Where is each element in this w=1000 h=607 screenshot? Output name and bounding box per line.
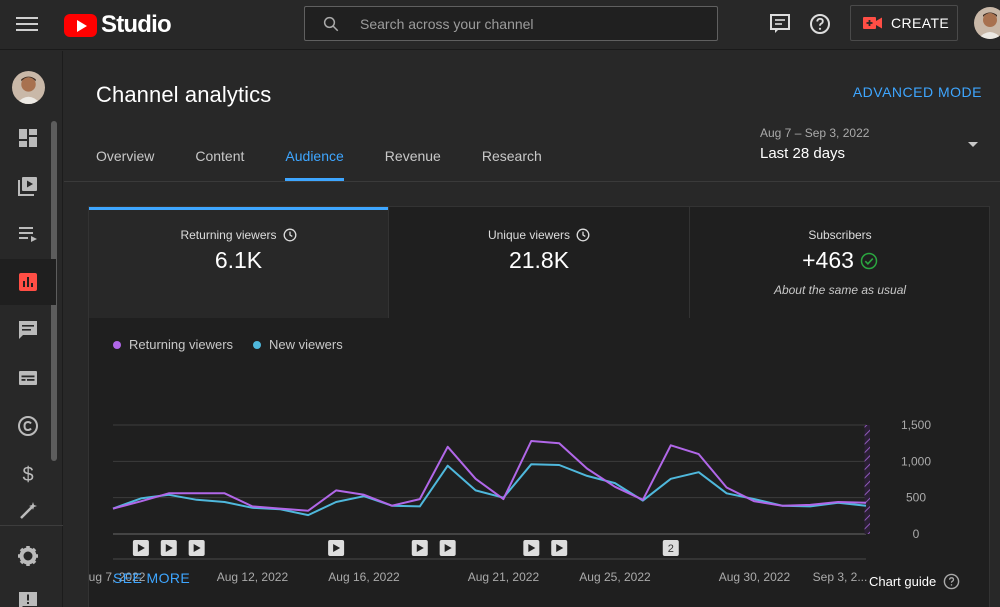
youtube-logo-icon	[64, 13, 97, 37]
logo-text: Studio	[101, 11, 172, 38]
check-circle-icon	[860, 252, 878, 269]
metric-label: Returning viewers	[180, 228, 277, 242]
sidebar-item-copyright[interactable]	[0, 403, 56, 449]
analytics-icon	[19, 273, 37, 291]
x-tick-label: Aug 25, 2022	[579, 570, 651, 584]
top-bar: Studio CREATE	[0, 0, 1000, 50]
y-tick-label: 1,000	[901, 454, 931, 468]
sidebar-item-dashboard[interactable]	[0, 115, 56, 161]
content-icon	[18, 177, 37, 196]
sidebar-item-feedback[interactable]	[0, 581, 56, 607]
metric-label: Unique viewers	[487, 228, 571, 242]
chart-legend: Returning viewers New viewers	[113, 337, 363, 352]
feedback-message-icon[interactable]	[768, 12, 792, 36]
x-tick-label: Aug 16, 2022	[328, 570, 400, 584]
search-box[interactable]	[304, 6, 718, 41]
help-icon[interactable]	[808, 12, 832, 36]
dashboard-icon	[19, 129, 37, 147]
tab-research[interactable]: Research	[482, 148, 542, 181]
x-tick-label: Aug 12, 2022	[217, 570, 289, 584]
main-content: Channel analytics ADVANCED MODE Overview…	[64, 51, 1000, 607]
sidebar-item-playlists[interactable]	[0, 211, 56, 257]
tab-overview[interactable]: Overview	[96, 148, 154, 181]
channel-avatar[interactable]	[12, 71, 45, 104]
legend-label: Returning viewers	[129, 337, 234, 352]
sidebar-item-customization[interactable]	[0, 497, 56, 525]
svg-text:$: $	[22, 464, 33, 485]
subtitles-icon	[19, 371, 37, 385]
sidebar: $	[0, 51, 63, 607]
sidebar-item-earn[interactable]: $	[0, 451, 56, 497]
help-icon	[943, 573, 960, 590]
video-camera-icon	[863, 17, 882, 29]
playlists-icon	[19, 227, 37, 242]
y-tick-label: 1,500	[901, 418, 931, 432]
chart-guide-button[interactable]: Chart guide	[869, 573, 960, 590]
x-tick-label: Sep 3, 2...	[813, 570, 868, 584]
metric-unique-viewers[interactable]: Unique viewers 21.8K	[389, 207, 690, 318]
sidebar-item-comments[interactable]	[0, 307, 56, 353]
metric-subscribers[interactable]: Subscribers +463 About the same as usual	[690, 207, 990, 318]
y-tick-label: 0	[913, 527, 920, 541]
legend-dot	[253, 340, 262, 349]
sidebar-item-analytics[interactable]	[0, 259, 56, 305]
copyright-icon	[18, 416, 38, 436]
create-label: CREATE	[891, 15, 950, 31]
earn-icon: $	[22, 464, 33, 485]
tab-revenue[interactable]: Revenue	[385, 148, 441, 181]
clock-icon	[283, 228, 296, 242]
date-range-picker[interactable]: Aug 7 – Sep 3, 2022 Last 28 days	[760, 126, 869, 162]
legend-label: New viewers	[269, 337, 343, 352]
search-icon	[323, 16, 339, 32]
feedback-icon	[19, 592, 37, 607]
metric-returning-viewers[interactable]: Returning viewers 6.1K	[89, 207, 389, 318]
clock-icon	[576, 228, 590, 242]
chart-guide-label: Chart guide	[869, 574, 937, 589]
legend-returning-viewers[interactable]: Returning viewers	[113, 337, 233, 352]
account-avatar[interactable]	[974, 7, 1000, 39]
chevron-down-icon[interactable]	[968, 142, 978, 147]
page-title: Channel analytics	[96, 82, 272, 107]
audience-card: Returning viewers 6.1K Unique viewers 21…	[88, 206, 990, 607]
x-tick-label: Aug 21, 2022	[468, 570, 540, 584]
sidebar-item-content[interactable]	[0, 163, 56, 209]
menu-icon[interactable]	[16, 14, 38, 36]
sidebar-divider	[0, 525, 63, 526]
metric-value: +463	[802, 247, 854, 273]
studio-logo[interactable]: Studio	[64, 11, 172, 39]
legend-dot	[113, 340, 121, 349]
sidebar-item-settings[interactable]	[0, 533, 56, 579]
partial-data-region	[864, 425, 870, 534]
tab-content[interactable]: Content	[195, 148, 244, 181]
video-marker-count: 2	[668, 543, 674, 555]
analytics-tabs: Overview Content Audience Revenue Resear…	[96, 148, 583, 181]
metric-value: 21.8K	[508, 247, 570, 273]
legend-new-viewers[interactable]: New viewers	[253, 337, 343, 352]
customization-icon	[20, 502, 37, 519]
date-range-dates: Aug 7 – Sep 3, 2022	[760, 126, 870, 140]
create-button[interactable]: CREATE	[850, 5, 958, 41]
metric-note: About the same as usual	[773, 283, 907, 297]
x-tick-label: Aug 30, 2022	[719, 570, 791, 584]
tab-audience[interactable]: Audience	[285, 148, 345, 181]
comments-icon	[19, 321, 37, 339]
metric-value: 6.1K	[214, 247, 263, 273]
y-tick-label: 500	[906, 491, 926, 505]
metric-label: Subscribers	[808, 228, 872, 242]
date-range-label: Last 28 days	[760, 145, 846, 162]
audience-chart[interactable]: 1,5001,00050002Aug 7, 2022Aug 12, 2022Au…	[89, 362, 991, 587]
tabs-divider	[64, 181, 1000, 182]
settings-icon	[18, 546, 38, 566]
sidebar-item-subtitles[interactable]	[0, 355, 56, 401]
search-input[interactable]	[360, 14, 700, 34]
returning-viewers-line	[112, 440, 867, 512]
see-more-button[interactable]: SEE MORE	[113, 570, 190, 586]
advanced-mode-button[interactable]: ADVANCED MODE	[853, 84, 982, 100]
